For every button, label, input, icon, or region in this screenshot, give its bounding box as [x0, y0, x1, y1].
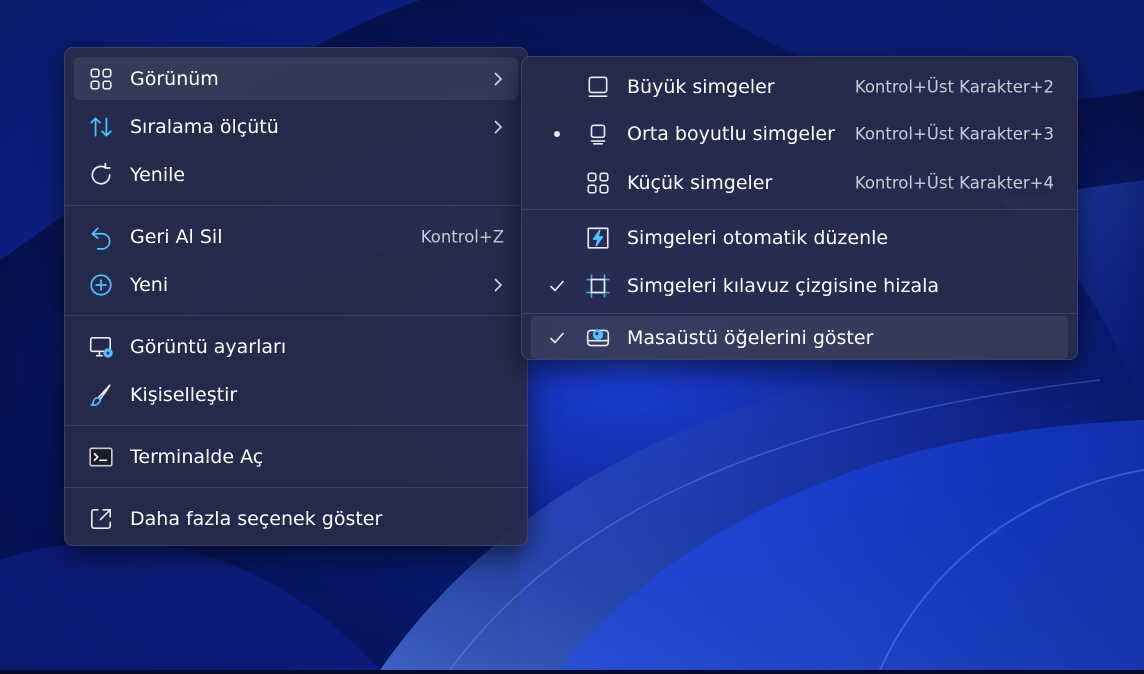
display-settings-icon [88, 334, 114, 360]
menu-item-label: Görüntü ayarları [130, 335, 287, 358]
context-menu: Görünüm Sıralama ölçütü Yenile Geri Al S… [64, 47, 528, 546]
shortcut-text: Kontrol+Üst Karakter+4 [854, 173, 1054, 192]
menu-item-open-in-terminal[interactable]: Terminalde Aç [74, 435, 518, 478]
menu-item-label: Yenile [130, 163, 186, 186]
menu-item-label: Geri Al Sil [130, 225, 223, 248]
grid-icon [88, 66, 114, 92]
menu-item-label: Daha fazla seçenek göster [130, 507, 383, 530]
shortcut-text: Kontrol+Üst Karakter+3 [854, 124, 1054, 143]
refresh-icon [88, 162, 114, 188]
submenu-item-large-icons[interactable]: Büyük simgeler Kontrol+Üst Karakter+2 [531, 65, 1068, 108]
submenu-item-auto-arrange[interactable]: Simgeleri otomatik düzenle [531, 216, 1068, 259]
submenu-item-label: Simgeleri otomatik düzenle [627, 226, 889, 249]
sort-icon [88, 114, 114, 140]
menu-separator [522, 209, 1077, 210]
menu-separator [65, 425, 527, 426]
menu-item-label: Yeni [130, 273, 169, 296]
menu-item-undo-delete[interactable]: Geri Al Sil Kontrol+Z [74, 215, 518, 258]
checkmark-icon [547, 277, 567, 295]
shortcut-text: Kontrol+Üst Karakter+2 [854, 77, 1054, 96]
view-submenu: Büyük simgeler Kontrol+Üst Karakter+2 Or… [521, 56, 1078, 360]
submenu-item-label: Orta boyutlu simgeler [627, 122, 835, 145]
checkmark-icon [547, 329, 567, 347]
submenu-item-medium-icons[interactable]: Orta boyutlu simgeler Kontrol+Üst Karakt… [531, 112, 1068, 155]
shortcut-text: Kontrol+Z [420, 227, 504, 246]
menu-item-label: Görünüm [130, 67, 219, 90]
menu-item-label: Terminalde Aç [130, 445, 264, 468]
submenu-item-label: Küçük simgeler [627, 171, 773, 194]
menu-item-display-settings[interactable]: Görüntü ayarları [74, 325, 518, 368]
chevron-right-icon [492, 71, 504, 87]
submenu-item-label: Büyük simgeler [627, 75, 775, 98]
menu-separator [65, 315, 527, 316]
small-icons-icon [585, 170, 611, 196]
menu-item-view[interactable]: Görünüm [74, 57, 518, 100]
menu-separator [522, 313, 1077, 314]
submenu-item-small-icons[interactable]: Küçük simgeler Kontrol+Üst Karakter+4 [531, 161, 1068, 204]
add-circle-icon [88, 272, 114, 298]
submenu-item-label: Simgeleri kılavuz çizgisine hizala [627, 274, 940, 297]
submenu-item-label: Masaüstü öğelerini göster [627, 326, 874, 349]
desktop-items-icon [585, 325, 611, 351]
open-external-icon [88, 506, 114, 532]
submenu-item-align-to-grid[interactable]: Simgeleri kılavuz çizgisine hizala [531, 264, 1068, 307]
menu-separator [65, 487, 527, 488]
menu-item-refresh[interactable]: Yenile [74, 153, 518, 196]
chevron-right-icon [492, 277, 504, 293]
chevron-right-icon [492, 119, 504, 135]
menu-item-new[interactable]: Yeni [74, 263, 518, 306]
auto-arrange-icon [585, 225, 611, 251]
undo-icon [88, 224, 114, 250]
menu-item-personalize[interactable]: Kişiselleştir [74, 373, 518, 416]
menu-item-sort-by[interactable]: Sıralama ölçütü [74, 105, 518, 148]
medium-icons-icon [585, 121, 611, 147]
align-grid-icon [585, 273, 611, 299]
menu-item-show-more-options[interactable]: Daha fazla seçenek göster [74, 497, 518, 540]
submenu-item-show-desktop-items[interactable]: Masaüstü öğelerini göster [531, 316, 1068, 359]
selected-dot-icon [547, 125, 567, 143]
menu-item-label: Kişiselleştir [130, 383, 238, 406]
terminal-icon [88, 444, 114, 470]
brush-icon [88, 382, 114, 408]
menu-item-label: Sıralama ölçütü [130, 115, 279, 138]
large-icons-icon [585, 74, 611, 100]
menu-separator [65, 205, 527, 206]
